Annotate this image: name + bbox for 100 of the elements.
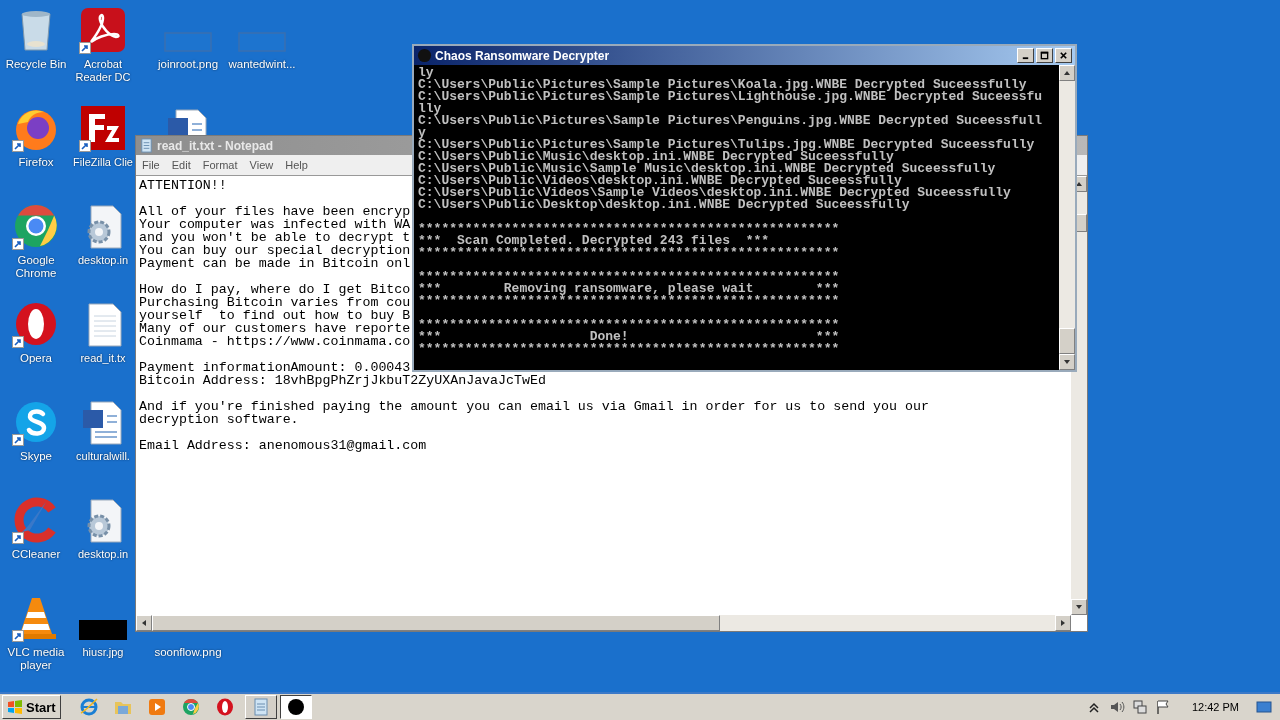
scroll-right-button[interactable]	[1055, 615, 1071, 631]
scroll-thumb[interactable]	[152, 615, 720, 631]
text-line: decryption software.	[139, 413, 299, 426]
close-icon	[1059, 51, 1068, 60]
console-line: ******************************************************	[418, 223, 841, 235]
console-line: ******************************************************	[418, 295, 841, 307]
icon-label[interactable]: hiusr.jpg	[82, 646, 124, 659]
icon-label[interactable]: Opera	[20, 352, 52, 365]
taskbar-button[interactable]	[279, 695, 312, 719]
console-line: C:\Users\Public\Pictures\Sample Pictures\Tulips.jpg.WNBE Decrypted Suceessfully	[418, 139, 1036, 151]
menu-item[interactable]: View	[243, 159, 280, 171]
icon-label[interactable]: joinroot.png	[157, 58, 219, 71]
image-file-icon	[79, 620, 127, 640]
console-line: y	[418, 127, 426, 139]
clock[interactable]: 12:42 PM	[1191, 701, 1239, 713]
text-line: Email Address: anenomous31@gmail.com	[139, 439, 427, 452]
triangle-down-icon	[1063, 358, 1071, 366]
text-line: Your computer was infected with WA	[139, 218, 411, 231]
media-player-icon[interactable]	[146, 697, 167, 717]
icon-label[interactable]: FileZilla Clie	[73, 156, 133, 169]
console-line: *** Done! ***	[418, 331, 841, 343]
text-line: How do I pay, where do I get Bitco	[139, 283, 411, 296]
window-title: read_it.txt - Notepad	[157, 138, 273, 153]
icon-label[interactable]: wantedwint...	[228, 58, 296, 71]
console-line: *** Removing ransomware, please wait ***	[418, 283, 841, 295]
start-button[interactable]: Start	[2, 695, 61, 719]
text-line: And if you're finished paying the amount you can email us via Gmail in order for us to send you our	[139, 400, 929, 413]
text-line: Many of our customers have reporte	[139, 322, 411, 335]
icon-label[interactable]: Skype	[20, 450, 52, 463]
window-title: Chaos Ransomware Decrypter	[435, 48, 610, 63]
triangle-left-icon	[140, 619, 148, 627]
menu-item[interactable]: Edit	[165, 159, 197, 171]
console-line: C:\Users\Public\Pictures\Sample Pictures\Lighthouse.jpg.WNBE Decrypted Suceessfu	[418, 91, 1044, 103]
icon-label[interactable]: VLC media player	[0, 646, 72, 672]
text-line: Purchasing Bitcoin varies from cou	[139, 296, 411, 309]
icon-label[interactable]: soonflow.png	[154, 646, 222, 659]
maximize-icon	[1040, 51, 1049, 60]
round-app-icon	[417, 48, 432, 63]
console-line: C:\Users\Public\Pictures\Sample Pictures\Koala.jpg.WNBE Decrypted Suceessfully	[418, 79, 1027, 91]
console-line: C:\Users\Public\Desktop\desktop.ini.WNBE Decrypted Suceessfully	[418, 199, 911, 211]
console-line: *** Scan Completed. Decrypted 243 files ***	[418, 235, 770, 247]
menu-item[interactable]: File	[136, 159, 166, 171]
console-line: C:\Users\Public\Music\Sample Music\desktop.ini.WNBE Decrypted Suceessfully	[418, 163, 997, 175]
round-app-icon	[285, 697, 306, 717]
icon-label[interactable]: Firefox	[18, 156, 54, 169]
icon-label[interactable]: Recycle Bin	[5, 58, 67, 71]
console-line: ly	[418, 67, 434, 79]
text-line: and you won't be able to decrypt t	[139, 231, 411, 244]
maximize-button[interactable]	[1036, 48, 1053, 63]
chrome-icon[interactable]	[180, 697, 201, 717]
horizontal-scrollbar[interactable]	[136, 615, 1071, 631]
opera-icon[interactable]	[214, 697, 235, 717]
scroll-down-button[interactable]	[1059, 354, 1075, 370]
text-line: yourself to find out how to buy B	[139, 309, 411, 322]
icon-label[interactable]: Google Chrome	[0, 254, 72, 280]
text-line: All of your files have been encryp	[139, 205, 411, 218]
image-file-icon	[238, 32, 286, 52]
icon-label[interactable]: desktop.in	[77, 548, 129, 561]
text-line: ATTENTION!!	[139, 179, 227, 192]
icon-label[interactable]: culturalwill.	[76, 450, 130, 463]
text-line: Payment can be made in Bitcoin onl	[139, 257, 411, 270]
pdf-reader-icon	[79, 6, 127, 54]
text-line: You can buy our special decryption	[139, 244, 411, 257]
triangle-up-icon	[1063, 69, 1071, 77]
console-line: lly	[418, 103, 442, 115]
console-line: ******************************************************	[418, 271, 841, 283]
chrome-icon	[12, 202, 60, 250]
close-button[interactable]	[1055, 48, 1072, 63]
console-line: C:\Users\Public\Videos\Sample Videos\desktop.ini.WNBE Decrypted Suceessfully	[418, 187, 1012, 199]
minimize-button[interactable]	[1017, 48, 1034, 63]
network-icon[interactable]	[1131, 699, 1148, 715]
menu-item[interactable]: Help	[279, 159, 314, 171]
triangle-up-icon	[1075, 180, 1083, 188]
speaker-icon[interactable]	[1108, 699, 1125, 715]
vertical-scrollbar[interactable]	[1059, 65, 1075, 370]
icon-label[interactable]: desktop.in	[77, 254, 129, 267]
menu-item[interactable]: Format	[196, 159, 244, 171]
scroll-up-button[interactable]	[1059, 65, 1075, 81]
text-line: Bitcoin Address: 18vhBpgPhZrjJkbuT2ZyUXAnJavaJcTwEd	[139, 374, 546, 387]
text-line: Payment informationAmount: 0.00043	[139, 361, 411, 374]
image-file-icon	[164, 32, 212, 52]
scroll-left-button[interactable]	[136, 615, 152, 631]
flag-icon[interactable]	[1154, 699, 1171, 715]
text-line: Coinmama - https://www.coinmama.co	[139, 335, 411, 348]
notepad-icon	[139, 138, 154, 153]
icon-label[interactable]: Acrobat Reader DC	[69, 58, 137, 84]
console-line: C:\Users\Public\Pictures\Sample Pictures\Penguins.jpg.WNBE Decrypted Suceessfull	[418, 115, 1044, 127]
icon-label[interactable]: read_it.tx	[80, 352, 126, 365]
console-line: ******************************************************	[418, 247, 841, 259]
scroll-thumb[interactable]	[1059, 328, 1075, 354]
show-desktop-icon[interactable]	[1256, 699, 1272, 715]
console-line: ******************************************************	[418, 343, 841, 355]
ftp-app-icon	[79, 104, 127, 152]
triangle-right-icon	[1059, 619, 1067, 627]
icon-label[interactable]: CCleaner	[11, 548, 61, 561]
scroll-down-button[interactable]	[1071, 599, 1087, 615]
console-line: C:\Users\Public\Videos\desktop.ini.WNBE Decrypted Suceessfully	[418, 175, 902, 187]
internet-explorer-icon[interactable]	[78, 697, 99, 717]
windows-logo-icon	[7, 699, 23, 715]
console-line: C:\Users\Public\Music\desktop.ini.WNBE Decrypted Suceessfully	[418, 151, 894, 163]
